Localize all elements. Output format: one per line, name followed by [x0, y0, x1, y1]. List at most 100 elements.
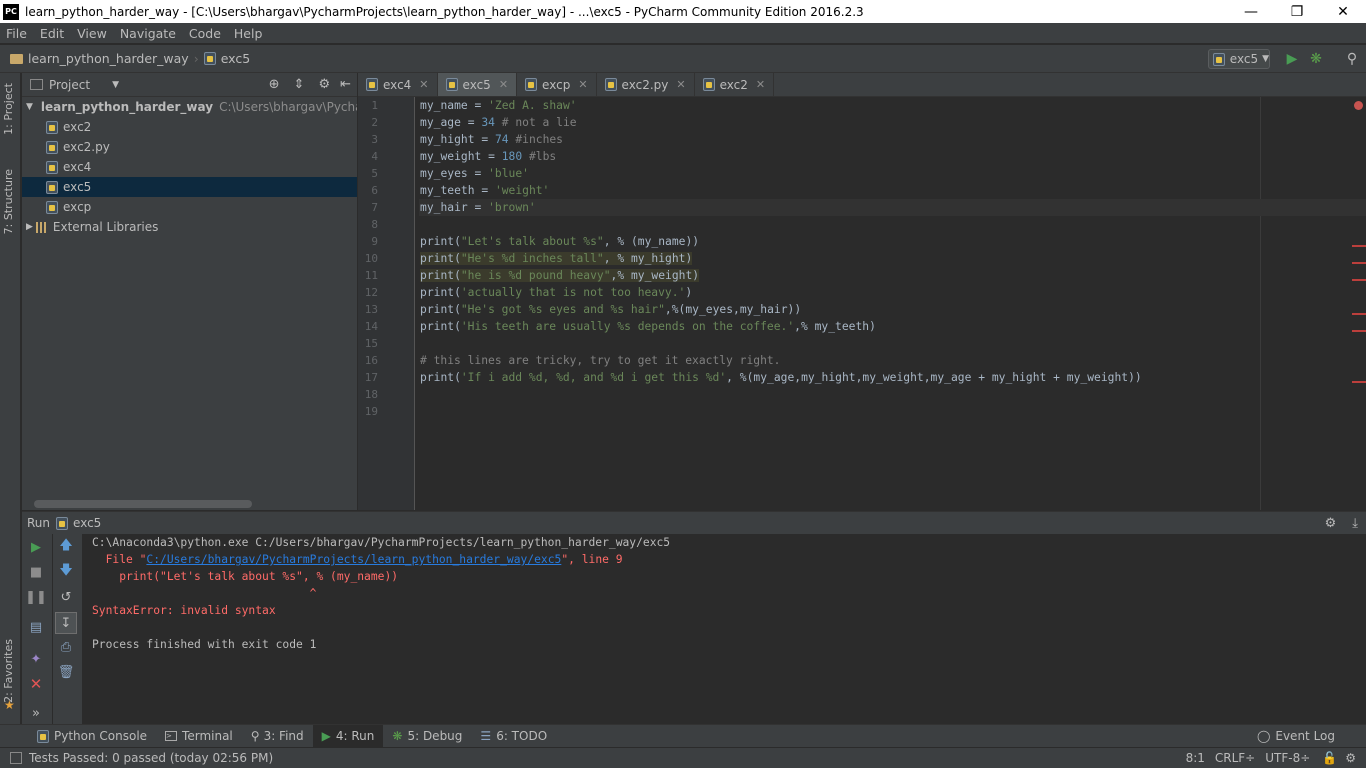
tab-excp[interactable]: excp ✕	[517, 73, 597, 96]
tree-root[interactable]: ▼ learn_python_harder_way C:\Users\bharg…	[22, 97, 357, 117]
tab-python-console[interactable]: Python Console	[28, 725, 156, 748]
minimize-button[interactable]: —	[1228, 0, 1274, 23]
close-window-button[interactable]: ✕	[1320, 0, 1366, 23]
tree-file[interactable]: exc2	[22, 117, 357, 137]
inspector-icon[interactable]: ⚙	[1345, 751, 1356, 765]
error-stripe[interactable]	[1352, 330, 1366, 332]
gear-icon[interactable]: ⚙	[1325, 516, 1337, 531]
code-line[interactable]: print('If i add %d, %d, and %d i get thi…	[419, 369, 1366, 386]
menu-edit[interactable]: Edit	[34, 26, 71, 41]
tab-favorites[interactable]: 2: Favorites	[2, 639, 15, 703]
restore-layout-icon[interactable]: ▤	[27, 618, 45, 636]
run-config-select[interactable]: exc5 ▼	[1208, 49, 1270, 69]
close-icon[interactable]: ✕	[419, 78, 428, 91]
tree-file[interactable]: exc2.py	[22, 137, 357, 157]
print-icon[interactable]: ⎙	[57, 638, 75, 656]
restore-button[interactable]: ❐	[1274, 0, 1320, 23]
error-stripe[interactable]	[1352, 381, 1366, 383]
tab-exc5[interactable]: exc5 ✕	[437, 73, 518, 96]
code-line[interactable]	[419, 386, 1366, 403]
close-icon[interactable]: ✕	[676, 78, 685, 91]
stop-icon[interactable]: ■	[27, 563, 45, 581]
debug-icon[interactable]: ❋	[1308, 51, 1324, 67]
close-icon[interactable]: ✕	[27, 675, 45, 693]
code-line[interactable]: my_eyes = 'blue'	[419, 165, 1366, 182]
project-view-label[interactable]: Project	[49, 78, 90, 92]
breadcrumb-file[interactable]: exc5	[221, 51, 250, 66]
file-link[interactable]: C:/Users/bhargav/PycharmProjects/learn_p…	[146, 553, 561, 566]
hide-panel-icon[interactable]: ⤓	[1352, 516, 1358, 531]
close-icon[interactable]: ✕	[756, 78, 765, 91]
code-area[interactable]: my_name = 'Zed A. shaw' my_age = 34 # not…	[419, 97, 1366, 510]
rerun-icon[interactable]: ▶	[27, 538, 45, 556]
code-line[interactable]: # this lines are tricky, try to get it e…	[419, 352, 1366, 369]
chevron-down-icon[interactable]: ▼	[112, 80, 119, 90]
tab-structure[interactable]: 7: Structure	[2, 169, 15, 234]
search-icon[interactable]: ⚲	[1344, 51, 1360, 67]
tab-debug[interactable]: ❋ 5: Debug	[383, 725, 471, 748]
code-line[interactable]: print('actually that is not too heavy.')	[419, 284, 1366, 301]
tree-file-selected[interactable]: exc5	[22, 177, 357, 197]
arrow-down-icon[interactable]: 🡇	[57, 563, 75, 581]
menu-navigate[interactable]: Navigate	[114, 26, 183, 41]
tab-exc2-py[interactable]: exc2.py ✕	[597, 73, 695, 96]
code-line[interactable]: print('His teeth are usually %s depends …	[419, 318, 1366, 335]
line-separator[interactable]: CRLF÷	[1215, 751, 1255, 765]
code-line[interactable]: my_name = 'Zed A. shaw'	[419, 97, 1366, 114]
tree-external-libraries[interactable]: ▶ External Libraries	[22, 217, 357, 237]
gear-icon[interactable]: ⚙	[318, 77, 330, 92]
hide-icon[interactable]: ⇤	[340, 77, 351, 92]
code-line[interactable]: my_weight = 180 #lbs	[419, 148, 1366, 165]
file-encoding[interactable]: UTF-8÷	[1265, 751, 1310, 765]
expand-arrow-icon[interactable]: ▶	[26, 222, 33, 232]
tab-find[interactable]: ⚲ 3: Find	[242, 725, 313, 748]
tab-run[interactable]: ▶ 4: Run	[312, 724, 384, 748]
tool-windows-icon[interactable]	[10, 752, 22, 764]
caret-position[interactable]: 8:1	[1186, 751, 1205, 765]
code-line[interactable]: my_hair = 'brown'	[419, 199, 1366, 216]
code-line[interactable]: print("he is %d pound heavy",% my_weight…	[419, 267, 1366, 284]
code-line[interactable]	[419, 216, 1366, 233]
menu-help[interactable]: Help	[228, 26, 270, 41]
tab-exc2[interactable]: exc2 ✕	[695, 73, 775, 96]
arrow-up-icon[interactable]: 🡅	[57, 538, 75, 556]
locate-icon[interactable]: ⊕	[269, 77, 280, 92]
soft-wrap-icon[interactable]: ↺	[57, 588, 75, 606]
pin-icon[interactable]: ✦	[27, 650, 45, 668]
code-line[interactable]: print("He's %d inches tall", % my_hight)	[419, 250, 1366, 267]
code-line[interactable]: my_teeth = 'weight'	[419, 182, 1366, 199]
code-line[interactable]: my_hight = 74 #inches	[419, 131, 1366, 148]
breadcrumb-project[interactable]: learn_python_harder_way	[28, 51, 189, 66]
event-log-button[interactable]: ◯ Event Log	[1248, 725, 1344, 748]
pause-icon[interactable]: ❚❚	[25, 588, 47, 606]
console-output[interactable]: C:\Anaconda3\python.exe C:/Users/bhargav…	[92, 534, 1366, 725]
expand-arrow-icon[interactable]: ▼	[26, 102, 33, 112]
status-message[interactable]: Tests Passed: 0 passed (today 02:56 PM)	[29, 751, 273, 765]
tab-terminal[interactable]: > Terminal	[156, 725, 242, 748]
close-icon[interactable]: ✕	[578, 78, 587, 91]
more-icon[interactable]: »	[27, 704, 45, 722]
close-icon[interactable]: ✕	[499, 78, 508, 91]
menu-view[interactable]: View	[71, 26, 114, 41]
menu-code[interactable]: Code	[183, 26, 228, 41]
error-indicator-icon[interactable]	[1354, 101, 1363, 110]
error-stripe[interactable]	[1352, 245, 1366, 247]
tab-todo[interactable]: ☰ 6: TODO	[471, 725, 556, 748]
tab-exc4[interactable]: exc4 ✕	[358, 73, 438, 96]
error-stripe[interactable]	[1352, 262, 1366, 264]
code-line[interactable]: print("Let's talk about %s", % (my_name)…	[419, 233, 1366, 250]
menu-file[interactable]: File	[0, 26, 34, 41]
scroll-to-end-icon[interactable]: ↧	[55, 612, 77, 634]
horizontal-scrollbar[interactable]	[34, 500, 252, 508]
tab-project[interactable]: 1: Project	[2, 83, 15, 135]
collapse-icon[interactable]: ⇕	[294, 77, 305, 92]
run-icon[interactable]: ▶	[1284, 51, 1300, 67]
trash-icon[interactable]: 🗑	[57, 663, 75, 681]
tree-file[interactable]: excp	[22, 197, 357, 217]
lock-icon[interactable]: 🔓	[1322, 751, 1337, 765]
code-line[interactable]	[419, 403, 1366, 420]
error-stripe[interactable]	[1352, 279, 1366, 281]
code-line[interactable]: print("He's got %s eyes and %s hair",%(m…	[419, 301, 1366, 318]
code-line[interactable]: my_age = 34 # not a lie	[419, 114, 1366, 131]
tree-file[interactable]: exc4	[22, 157, 357, 177]
